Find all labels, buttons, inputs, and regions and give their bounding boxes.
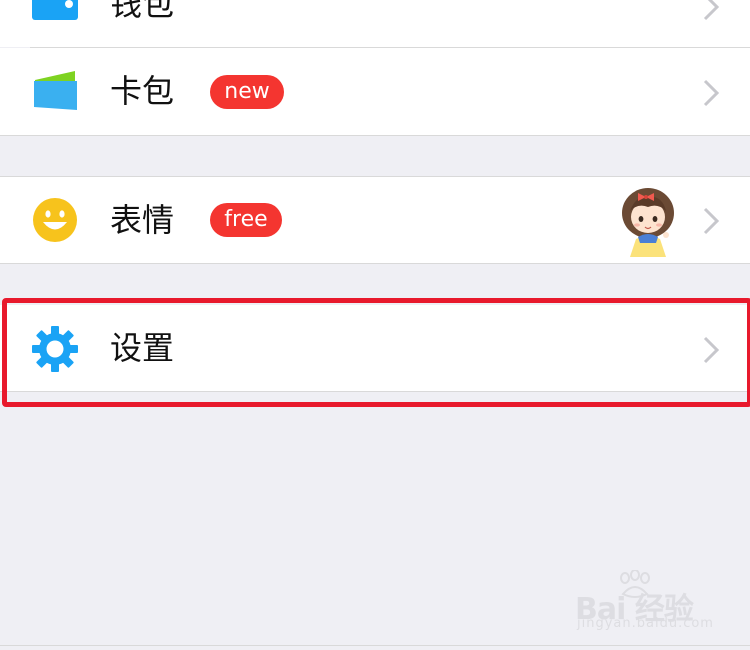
smiley-icon — [33, 198, 77, 242]
princess-sticker-thumbnail — [622, 188, 674, 257]
menu-item-cards-label: 卡包 — [110, 72, 175, 110]
watermark-sub: jingyan.baidu.com — [577, 616, 714, 631]
card-package-icon — [34, 71, 77, 110]
gear-icon — [32, 326, 78, 372]
menu-item-wallet-label: 钱包 — [110, 0, 175, 23]
menu-item-wallet[interactable]: 钱包 — [0, 0, 750, 47]
chevron-right-icon — [703, 336, 720, 364]
menu-item-stickers-label: 表情 — [110, 201, 175, 239]
free-badge: free — [210, 203, 282, 237]
chevron-right-icon — [703, 207, 720, 235]
wallet-icon — [32, 0, 78, 20]
new-badge: new — [210, 75, 284, 109]
chevron-right-icon — [703, 79, 720, 107]
menu-item-stickers[interactable]: 表情 free — [0, 177, 750, 263]
menu-item-cards[interactable]: 卡包 new — [0, 48, 750, 135]
chevron-right-icon — [703, 0, 720, 21]
menu-item-settings[interactable]: 设置 — [0, 305, 750, 391]
baidu-jingyan-watermark: Bai 经验 jingyan.baidu.com — [575, 570, 725, 634]
menu-item-settings-label: 设置 — [110, 329, 175, 367]
